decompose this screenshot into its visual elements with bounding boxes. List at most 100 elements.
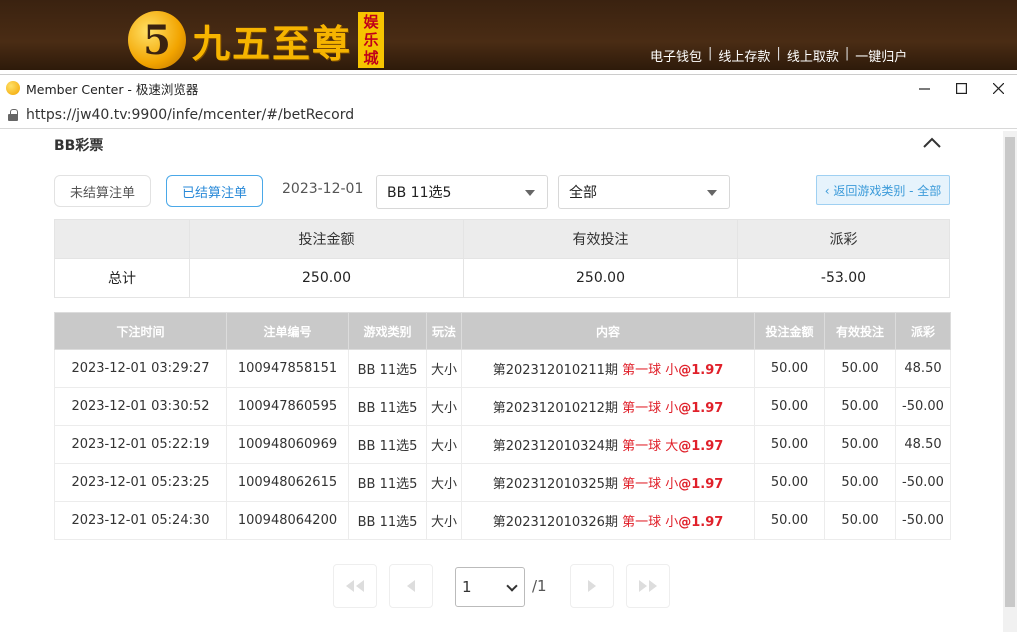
cell-play: 大小: [426, 501, 462, 540]
cell-payout: -50.00: [895, 387, 951, 426]
col-header-bet[interactable]: 投注金额: [754, 312, 825, 350]
col-header-valid[interactable]: 有效投注: [824, 312, 896, 350]
cell-bet: 50.00: [754, 349, 825, 388]
bet-record-table: 下注时间 注单编号 游戏类别 玩法 内容 投注金额 有效投注 派彩 2023-1…: [54, 312, 951, 540]
close-icon[interactable]: [980, 75, 1017, 101]
cell-payout: -50.00: [895, 501, 951, 540]
summary-payout: -53.00: [737, 258, 950, 298]
scrollbar[interactable]: [1003, 131, 1017, 632]
content-period: 第202312010326期: [492, 515, 618, 530]
page-select[interactable]: 1: [455, 567, 525, 607]
link-e-wallet[interactable]: 电子钱包: [650, 46, 702, 65]
cell-play: 大小: [426, 387, 462, 426]
cell-content: 第202312010211期 第一球 小@1.97: [461, 349, 755, 388]
logo-mark: 5: [128, 11, 186, 69]
back-to-categories-button[interactable]: ‹ 返回游戏类别 - 全部: [816, 175, 950, 205]
content-pick: 第一球 小: [622, 363, 679, 378]
link-consolidate[interactable]: 一键归户: [855, 46, 907, 65]
content-pick: 第一球 小: [622, 401, 679, 416]
last-page-button[interactable]: [626, 564, 670, 608]
logo-tag-char: 娱: [363, 13, 379, 31]
address-bar[interactable]: https://jw40.tv:9900/infe/mcenter/#/betR…: [0, 101, 1017, 129]
table-body: 2023-12-01 03:29:27 100947858151 BB 11选5 大小…: [54, 349, 951, 540]
site-header: 5 九五至尊 娱 乐 城 电子钱包 | 线上存款 | 线上取款 | 一键归户: [0, 0, 1017, 70]
next-page-button[interactable]: [570, 564, 614, 608]
col-header-payout[interactable]: 派彩: [895, 312, 951, 350]
date-filter[interactable]: 2023-12-01: [282, 181, 363, 197]
cell-id: 100948064200: [226, 501, 349, 540]
scrollbar-thumb[interactable]: [1005, 137, 1015, 607]
cell-valid: 50.00: [824, 463, 896, 502]
page-select-value: 1: [462, 578, 472, 596]
content-pick: 第一球 大: [622, 439, 679, 454]
browser-window: Member Center - 极速浏览器 https://jw40.tv:99…: [0, 74, 1017, 632]
cell-game: BB 11选5: [348, 387, 427, 426]
content-period: 第202312010325期: [492, 477, 618, 492]
col-header-id[interactable]: 注单编号: [226, 312, 349, 350]
cell-time: 2023-12-01 03:30:52: [54, 387, 227, 426]
summary-table: 投注金额 有效投注 派彩 总计 250.00 250.00 -53.00: [54, 219, 950, 298]
site-logo[interactable]: 5 九五至尊 娱 乐 城: [128, 10, 385, 70]
cell-play: 大小: [426, 349, 462, 388]
section-title: BB彩票: [54, 138, 104, 154]
page-content: BB彩票 未结算注单 已结算注单 2023-12-01 BB 11选5 全部 ‹…: [0, 131, 1017, 632]
cell-time: 2023-12-01 05:22:19: [54, 425, 227, 464]
game-select-value: BB 11选5: [387, 185, 452, 201]
summary-header-bet: 投注金额: [189, 219, 464, 259]
minimize-icon[interactable]: [906, 75, 943, 101]
summary-valid: 250.00: [463, 258, 738, 298]
chevron-down-icon: [506, 580, 518, 592]
tab-settled[interactable]: 已结算注单: [166, 175, 263, 207]
col-header-game[interactable]: 游戏类别: [348, 312, 427, 350]
col-header-play[interactable]: 玩法: [426, 312, 462, 350]
page-total: /1: [532, 577, 547, 595]
cell-content: 第202312010326期 第一球 小@1.97: [461, 501, 755, 540]
summary-header-row: 投注金额 有效投注 派彩: [54, 219, 950, 259]
summary-row: 总计 250.00 250.00 -53.00: [54, 258, 950, 298]
cell-game: BB 11选5: [348, 349, 427, 388]
lock-icon: [8, 108, 18, 121]
content-period: 第202312010211期: [492, 363, 618, 378]
cell-id: 100948062615: [226, 463, 349, 502]
content-odds: @1.97: [678, 515, 724, 530]
content-odds: @1.97: [678, 401, 724, 416]
cell-valid: 50.00: [824, 425, 896, 464]
cell-valid: 50.00: [824, 501, 896, 540]
cell-time: 2023-12-01 03:29:27: [54, 349, 227, 388]
content-period: 第202312010324期: [492, 439, 618, 454]
divider: |: [708, 46, 713, 61]
content-odds: @1.97: [678, 477, 724, 492]
caret-down-icon: [707, 190, 717, 196]
logo-tag-char: 乐: [363, 31, 379, 49]
cell-bet: 50.00: [754, 425, 825, 464]
maximize-icon[interactable]: [943, 75, 980, 101]
cell-content: 第202312010325期 第一球 小@1.97: [461, 463, 755, 502]
app-icon: [6, 81, 20, 95]
cell-valid: 50.00: [824, 387, 896, 426]
content-odds: @1.97: [678, 363, 724, 378]
window-controls: [906, 75, 1017, 101]
col-header-content[interactable]: 内容: [461, 312, 755, 350]
prev-page-button[interactable]: [389, 564, 433, 608]
content-pick: 第一球 小: [622, 515, 679, 530]
link-withdraw[interactable]: 线上取款: [787, 46, 839, 65]
summary-header-payout: 派彩: [737, 219, 950, 259]
link-deposit[interactable]: 线上存款: [718, 46, 770, 65]
table-row: 2023-12-01 05:24:30 100948064200 BB 11选5 大小…: [54, 501, 951, 540]
col-header-time[interactable]: 下注时间: [54, 312, 227, 350]
summary-header-valid: 有效投注: [463, 219, 738, 259]
type-select[interactable]: 全部: [558, 175, 730, 209]
table-header-row: 下注时间 注单编号 游戏类别 玩法 内容 投注金额 有效投注 派彩: [54, 312, 951, 350]
summary-bet: 250.00: [189, 258, 464, 298]
url-text[interactable]: https://jw40.tv:9900/infe/mcenter/#/betR…: [26, 107, 354, 123]
game-select[interactable]: BB 11选5: [376, 175, 548, 209]
cell-bet: 50.00: [754, 387, 825, 426]
cell-id: 100948060969: [226, 425, 349, 464]
first-page-button[interactable]: [333, 564, 377, 608]
cell-payout: -50.00: [895, 463, 951, 502]
cell-play: 大小: [426, 425, 462, 464]
summary-header-blank: [54, 219, 190, 259]
chevron-up-icon[interactable]: [922, 135, 942, 151]
logo-text: 九五至尊: [192, 20, 353, 66]
tab-unsettled[interactable]: 未结算注单: [54, 175, 151, 207]
